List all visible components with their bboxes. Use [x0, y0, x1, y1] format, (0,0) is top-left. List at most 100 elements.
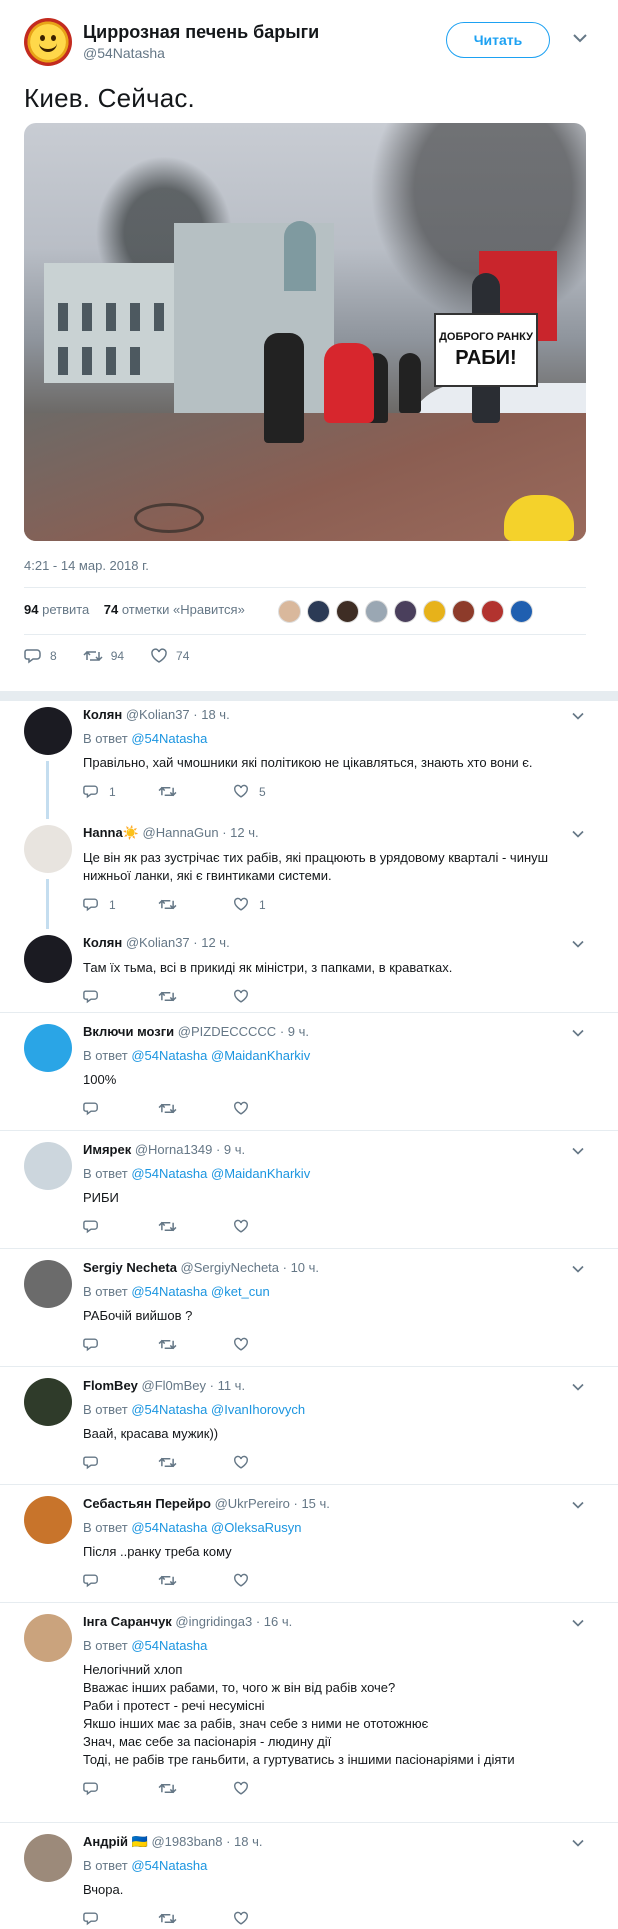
like-button[interactable] — [233, 989, 308, 1004]
retweet-button[interactable] — [158, 1455, 233, 1470]
retweet-button[interactable] — [158, 1573, 233, 1588]
mention-link[interactable]: @54Natasha — [131, 1166, 211, 1181]
chevron-down-icon[interactable] — [572, 32, 588, 44]
reply-time[interactable]: · 12 ч. — [222, 825, 258, 840]
retweet-button[interactable] — [158, 1781, 233, 1796]
like-button[interactable] — [233, 1573, 308, 1588]
liker-avatar[interactable] — [365, 600, 388, 623]
reply-time[interactable]: · 9 ч. — [216, 1142, 245, 1157]
liker-avatar[interactable] — [307, 600, 330, 623]
like-button[interactable] — [233, 1219, 308, 1234]
mention-link[interactable]: @OleksaRusyn — [211, 1520, 302, 1535]
likes-count[interactable]: 74 — [104, 602, 118, 617]
reply-avatar[interactable] — [24, 1496, 72, 1544]
reply-time[interactable]: · 18 ч. — [226, 1834, 262, 1849]
retweet-button[interactable] — [158, 1219, 233, 1234]
liker-avatar[interactable] — [336, 600, 359, 623]
like-button[interactable] — [233, 1781, 308, 1796]
reply-time[interactable]: · 11 ч. — [210, 1378, 245, 1393]
mention-link[interactable]: @IvanIhorovych — [211, 1402, 305, 1417]
reply-button[interactable] — [83, 1455, 158, 1470]
reply-author-handle[interactable]: @SergiyNecheta — [177, 1260, 283, 1275]
mention-link[interactable]: @54Natasha — [131, 731, 207, 746]
reply-time[interactable]: · 15 ч. — [294, 1496, 330, 1511]
retweet-button[interactable] — [158, 1101, 233, 1116]
liker-avatar[interactable] — [481, 600, 504, 623]
reply-button[interactable] — [83, 1337, 158, 1352]
reply-avatar[interactable] — [24, 1260, 72, 1308]
reply-author-handle[interactable]: @PIZDECCCCC — [174, 1024, 280, 1039]
reply-time[interactable]: · 9 ч. — [280, 1024, 309, 1039]
retweet-button[interactable] — [158, 989, 233, 1004]
reply-author-handle[interactable]: @ingridinga3 — [172, 1614, 256, 1629]
like-button[interactable] — [233, 1337, 308, 1352]
mention-link[interactable]: @54Natasha — [131, 1048, 211, 1063]
mention-link[interactable]: @54Natasha — [131, 1638, 207, 1653]
reply-button[interactable] — [83, 989, 158, 1004]
reply-avatar[interactable] — [24, 1614, 72, 1662]
reply-button[interactable] — [83, 1911, 158, 1926]
like-button[interactable]: 5 — [233, 784, 308, 799]
like-button[interactable]: 74 — [150, 648, 189, 664]
reply-author-name[interactable]: Андрій 🇺🇦 — [83, 1834, 148, 1849]
reply-time[interactable]: · 12 ч. — [193, 935, 229, 950]
reply-button[interactable] — [83, 1573, 158, 1588]
reply-button[interactable]: 1 — [83, 784, 158, 799]
reply-author-handle[interactable]: @Kolian37 — [122, 707, 193, 722]
chevron-down-icon[interactable] — [571, 1146, 585, 1156]
reply-avatar[interactable] — [24, 935, 72, 983]
chevron-down-icon[interactable] — [571, 1028, 585, 1038]
liker-avatar[interactable] — [423, 600, 446, 623]
tweet-timestamp[interactable]: 4:21 - 14 мар. 2018 г. — [24, 558, 149, 573]
like-button[interactable] — [233, 1101, 308, 1116]
mention-link[interactable]: @MaidanKharkiv — [211, 1048, 310, 1063]
reply-author-name[interactable]: Колян — [83, 935, 122, 950]
like-button[interactable]: 1 — [233, 897, 308, 912]
reply-author-name[interactable]: Колян — [83, 707, 122, 722]
reply-button[interactable]: 8 — [24, 648, 57, 664]
chevron-down-icon[interactable] — [571, 1500, 585, 1510]
chevron-down-icon[interactable] — [571, 711, 585, 721]
reply-author-name[interactable]: Себастьян Перейро — [83, 1496, 211, 1511]
mention-link[interactable]: @54Natasha — [131, 1284, 211, 1299]
reply-button[interactable] — [83, 1781, 158, 1796]
reply-author-handle[interactable]: @Horna1349 — [131, 1142, 216, 1157]
reply-author-name[interactable]: FlomBey — [83, 1378, 138, 1393]
reply-time[interactable]: · 18 ч. — [193, 707, 229, 722]
reply-button[interactable]: 1 — [83, 897, 158, 912]
author-name[interactable]: Циррозная печень барыги — [83, 22, 319, 43]
retweet-button[interactable] — [158, 897, 233, 912]
reply-avatar[interactable] — [24, 707, 72, 755]
reply-avatar[interactable] — [24, 1024, 72, 1072]
reply-button[interactable] — [83, 1101, 158, 1116]
reply-avatar[interactable] — [24, 1142, 72, 1190]
retweet-button[interactable] — [158, 1911, 233, 1926]
follow-button[interactable]: Читать — [446, 22, 550, 58]
retweet-button[interactable] — [158, 784, 233, 799]
reply-author-handle[interactable]: @1983ban8 — [148, 1834, 226, 1849]
tweet-photo[interactable]: ДОБРОГО РАНКУ РАБИ! — [24, 123, 586, 541]
mention-link[interactable]: @MaidanKharkiv — [211, 1166, 310, 1181]
chevron-down-icon[interactable] — [571, 1618, 585, 1628]
reply-author-name[interactable]: Включи мозги — [83, 1024, 174, 1039]
reply-avatar[interactable] — [24, 825, 72, 873]
liker-avatar[interactable] — [452, 600, 475, 623]
author-avatar[interactable] — [24, 18, 72, 66]
reply-author-name[interactable]: Hanna☀️ — [83, 825, 139, 840]
reply-author-name[interactable]: Інга Саранчук — [83, 1614, 172, 1629]
reply-time[interactable]: · 10 ч. — [283, 1260, 319, 1275]
retweet-button[interactable]: 94 — [83, 648, 124, 664]
liker-avatar[interactable] — [510, 600, 533, 623]
like-button[interactable] — [233, 1455, 308, 1470]
reply-author-name[interactable]: Имярек — [83, 1142, 131, 1157]
likes-label[interactable]: отметки «Нравится» — [122, 602, 245, 617]
reply-button[interactable] — [83, 1219, 158, 1234]
reply-time[interactable]: · 16 ч. — [256, 1614, 292, 1629]
retweets-label[interactable]: ретвита — [42, 602, 89, 617]
reply-avatar[interactable] — [24, 1378, 72, 1426]
like-button[interactable] — [233, 1911, 308, 1926]
retweets-count[interactable]: 94 — [24, 602, 38, 617]
reply-author-name[interactable]: Sergiy Necheta — [83, 1260, 177, 1275]
liker-avatar[interactable] — [278, 600, 301, 623]
reply-author-handle[interactable]: @UkrPereiro — [211, 1496, 294, 1511]
